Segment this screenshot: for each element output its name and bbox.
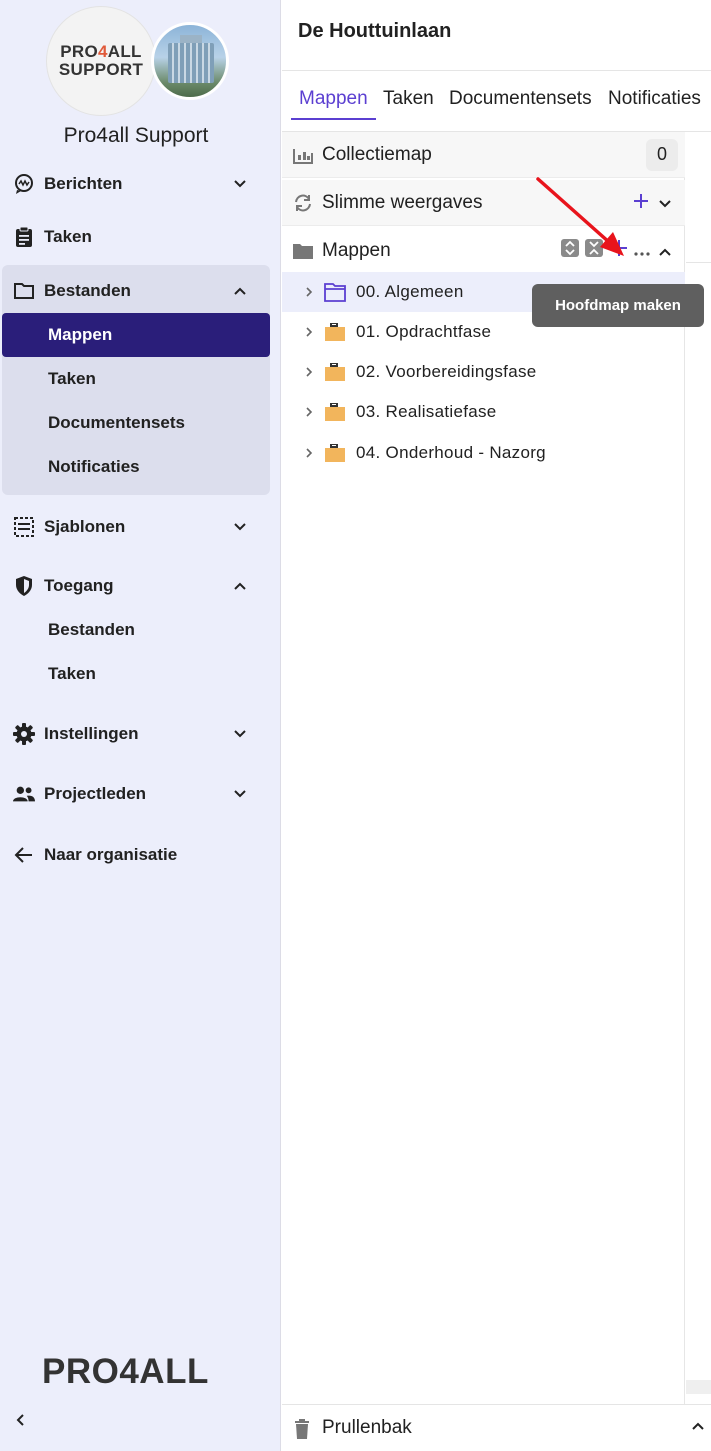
sidebar: PRO4ALL SUPPORT Pro4all Support Berichte…: [0, 0, 281, 1451]
org-logo-line2: SUPPORT: [58, 60, 144, 79]
smart-views-label: Slimme weergaves: [322, 191, 483, 213]
chevron-up-icon[interactable]: [659, 240, 671, 262]
folder-name: 03. Realisatiefase: [356, 402, 497, 421]
collection-count-badge: 0: [646, 138, 678, 171]
gear-icon: [13, 723, 35, 745]
folder-name: 02. Voorbereidingsfase: [356, 362, 537, 381]
collection-folder-label: Collectiemap: [322, 143, 432, 165]
annotation-arrow-icon: [536, 177, 624, 256]
chevron-down-icon[interactable]: [230, 517, 250, 537]
chevron-up-icon[interactable]: [692, 1417, 704, 1435]
page-title: De Houttuinlaan: [298, 20, 452, 42]
org-logo-line1: PRO4ALL: [60, 42, 142, 61]
folder-panel: Collectiemap 0 Slimme weergaves Mappen 0…: [282, 132, 685, 1451]
chevron-down-icon[interactable]: [230, 784, 250, 804]
chevron-down-icon[interactable]: [230, 174, 250, 194]
folder-row[interactable]: 03. Realisatiefase: [282, 392, 685, 432]
people-icon: [13, 783, 35, 805]
folder-icon: [324, 322, 348, 342]
nav-bestanden-label: Bestanden: [44, 281, 131, 300]
chevron-right-icon[interactable]: [302, 405, 316, 419]
nav-sjablonen[interactable]: Sjablonen: [0, 507, 281, 547]
tab-bar: Mappen Taken Documentensets Notificaties: [282, 71, 711, 131]
tab-notificaties[interactable]: Notificaties: [608, 88, 701, 120]
horizontal-scrollbar[interactable]: [686, 1380, 711, 1394]
chevron-down-icon[interactable]: [659, 192, 671, 214]
chevron-up-icon[interactable]: [230, 281, 250, 301]
shield-icon: [13, 575, 35, 597]
nav-berichten[interactable]: Berichten: [0, 164, 281, 204]
trash-label: Prullenbak: [322, 1417, 412, 1438]
chevron-right-icon[interactable]: [302, 325, 316, 339]
nav-projectleden-label: Projectleden: [44, 784, 147, 803]
more-options-icon[interactable]: [634, 240, 650, 262]
sync-icon: [292, 192, 314, 214]
sub-toegang-taken[interactable]: Taken: [2, 652, 270, 696]
tab-taken[interactable]: Taken: [383, 88, 434, 120]
folder-open-icon: [324, 282, 348, 302]
sub-mappen[interactable]: Mappen: [2, 313, 270, 357]
tab-mappen[interactable]: Mappen: [291, 88, 376, 120]
main-content: De Houttuinlaan Mappen Taken Documentens…: [282, 0, 711, 1451]
folder-name: 01. Opdrachtfase: [356, 322, 492, 341]
clipboard-icon: [13, 226, 35, 248]
folder-outline-icon: [13, 280, 35, 302]
chat-icon: [13, 173, 35, 195]
chevron-right-icon[interactable]: [302, 446, 316, 460]
tooltip: Hoofdmap maken: [532, 284, 704, 327]
nav-taken[interactable]: Taken: [0, 217, 281, 257]
nav-toegang-label: Toegang: [44, 576, 114, 595]
nav-bestanden[interactable]: Bestanden: [0, 271, 281, 311]
nav-naar-organisatie[interactable]: Naar organisatie: [0, 835, 281, 875]
trash-row[interactable]: Prullenbak: [282, 1404, 711, 1451]
org-name: Pro4all Support: [63, 124, 209, 147]
nav-berichten-label: Berichten: [44, 174, 123, 193]
template-icon: [13, 516, 35, 538]
nav-projectleden[interactable]: Projectleden: [0, 774, 281, 814]
nav-toegang[interactable]: Toegang: [0, 566, 281, 606]
sub-toegang-bestanden[interactable]: Bestanden: [2, 608, 270, 652]
chevron-left-icon: [16, 1414, 24, 1426]
folder-icon: [292, 240, 314, 262]
brand-logo-text: PRO4ALL: [42, 1352, 209, 1391]
brand-logo: PRO4ALL: [42, 1352, 209, 1392]
collapse-sidebar-button[interactable]: [10, 1408, 30, 1432]
folder-icon: [324, 362, 348, 382]
chevron-up-icon[interactable]: [230, 576, 250, 596]
sub-taken[interactable]: Taken: [2, 357, 270, 401]
add-smart-view-plus-icon[interactable]: [634, 192, 648, 214]
chevron-right-icon[interactable]: [302, 365, 316, 379]
nav-naar-organisatie-label: Naar organisatie: [44, 845, 178, 864]
collection-icon: [292, 144, 314, 166]
folder-row[interactable]: 04. Onderhoud - Nazorg: [282, 433, 685, 473]
sub-notificaties[interactable]: Notificaties: [2, 445, 270, 489]
arrow-left-icon: [13, 844, 35, 866]
folder-name: 04. Onderhoud - Nazorg: [356, 443, 546, 462]
folder-name: 00. Algemeen: [356, 282, 464, 301]
sub-documentensets[interactable]: Documentensets: [2, 401, 270, 445]
nav-taken-label: Taken: [44, 227, 92, 246]
folder-icon: [324, 402, 348, 422]
chevron-right-icon[interactable]: [302, 285, 316, 299]
tab-documentensets[interactable]: Documentensets: [449, 88, 592, 120]
nav-instellingen-label: Instellingen: [44, 724, 139, 743]
nav-instellingen[interactable]: Instellingen: [0, 714, 281, 754]
org-logo-group: PRO4ALL SUPPORT: [46, 6, 229, 118]
trash-icon: [294, 1419, 310, 1444]
folder-icon: [324, 443, 348, 463]
chevron-down-icon[interactable]: [230, 724, 250, 744]
org-logo[interactable]: PRO4ALL SUPPORT: [46, 6, 156, 116]
folders-header-label: Mappen: [322, 240, 391, 261]
nav-sjablonen-label: Sjablonen: [44, 517, 126, 536]
project-avatar[interactable]: [151, 22, 229, 100]
folder-row[interactable]: 02. Voorbereidingsfase: [282, 352, 685, 392]
